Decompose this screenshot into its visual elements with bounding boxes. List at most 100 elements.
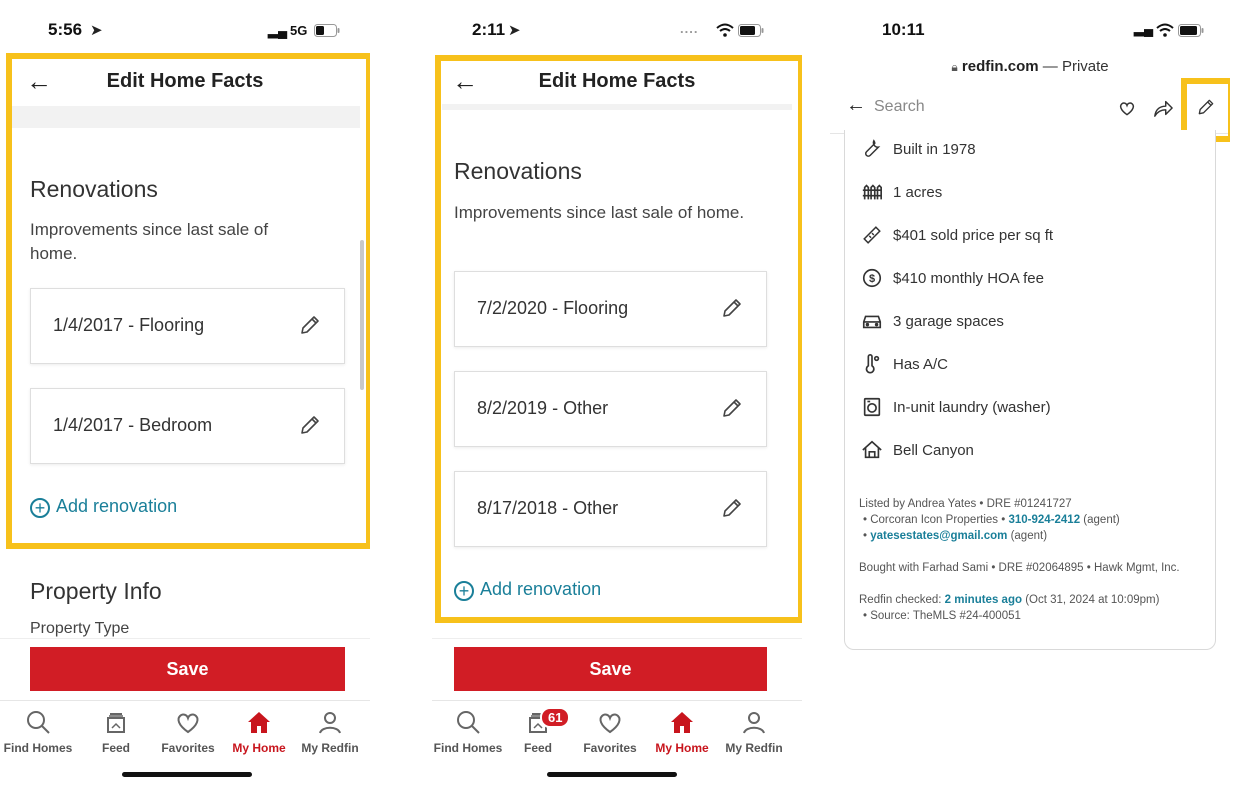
email-note: (agent)	[1007, 530, 1048, 542]
tab-label: Feed	[523, 741, 552, 755]
status-bar: 10:11 ▂▄	[830, 20, 1230, 44]
fact-text: 1 acres	[893, 184, 943, 201]
heart-icon	[177, 713, 199, 734]
agent-email-link[interactable]: yatesestates@gmail.com	[870, 530, 1007, 542]
agent-phone-link[interactable]: 310-924-2412	[1008, 514, 1080, 526]
tab-my-redfin[interactable]: My Redfin	[294, 707, 366, 755]
washer-icon	[863, 397, 881, 417]
status-bar: 2:11 ➤ ....	[432, 20, 802, 44]
fact-text: 3 garage spaces	[893, 313, 1004, 330]
user-icon	[319, 712, 341, 734]
phone-note: (agent)	[1080, 514, 1120, 526]
checked-time: 2 minutes ago	[944, 594, 1022, 606]
tab-find-homes[interactable]: Find Homes	[2, 707, 74, 755]
url-bar[interactable]: 🔒︎ redfin.com — Private	[830, 58, 1230, 75]
tab-feed[interactable]: 61 Feed	[502, 707, 574, 755]
tab-label: My Home	[655, 741, 709, 755]
brokerage-text: • Corcoran Icon Properties •	[863, 514, 1009, 526]
fact-text: Built in 1978	[893, 141, 976, 158]
network-label: 5G	[290, 23, 308, 38]
user-icon	[743, 712, 765, 734]
wrench-icon	[865, 139, 881, 157]
checked-prefix: Redfin checked:	[859, 594, 945, 606]
location-arrow-icon: ➤	[508, 22, 521, 39]
home-icon	[248, 712, 270, 733]
signal-dots-icon: ....	[680, 21, 699, 36]
tab-bar: Find Homes Feed Favorites My Home My Red…	[0, 700, 370, 770]
wifi-icon	[716, 23, 734, 37]
heart-icon[interactable]	[1116, 98, 1138, 118]
tab-label: Find Homes	[433, 741, 503, 755]
feed-icon	[107, 713, 125, 733]
ruler-icon	[863, 226, 881, 244]
signal-icon: ▂▄	[268, 23, 288, 38]
battery-icon	[314, 24, 340, 37]
status-time: 2:11	[472, 20, 506, 39]
listed-by: Listed by Andrea Yates • DRE #01241727	[859, 498, 1072, 510]
source-line: • Source: TheMLS #24-400051	[863, 610, 1021, 622]
fact-text: Has A/C	[893, 356, 949, 373]
house-icon	[862, 440, 882, 459]
tab-favorites[interactable]: Favorites	[574, 707, 646, 755]
status-time: 10:11	[882, 20, 925, 39]
back-arrow-icon[interactable]: ←	[846, 94, 866, 117]
home-facts-card: Built in 1978 1 acres $401 sold price pe…	[844, 130, 1216, 650]
fact-text: Bell Canyon	[893, 442, 974, 459]
svg-text:$: $	[869, 273, 875, 285]
tab-my-home[interactable]: My Home	[646, 707, 718, 755]
home-icon	[671, 712, 693, 733]
search-icon	[457, 711, 480, 734]
tab-label: Favorites	[161, 741, 215, 755]
save-button[interactable]: Save	[454, 647, 767, 691]
page-nav-row: ← Search	[830, 84, 1230, 134]
tab-feed[interactable]: Feed	[80, 707, 152, 755]
fact-text: $401 sold price per sq ft	[893, 227, 1054, 244]
tab-favorites[interactable]: Favorites	[152, 707, 224, 755]
email-line: • yatesestates@gmail.com (agent)	[863, 528, 1047, 544]
car-icon	[862, 315, 882, 329]
thermometer-icon	[865, 354, 880, 374]
signal-icon: ▂▄	[1134, 21, 1154, 36]
property-type-label: Property Type	[30, 620, 130, 637]
highlight-box	[6, 53, 370, 549]
location-arrow-icon: ➤	[90, 22, 103, 39]
search-input[interactable]: Search	[874, 98, 925, 116]
dollar-circle-icon: $	[862, 268, 882, 288]
search-icon	[27, 711, 50, 734]
fence-icon	[862, 184, 882, 200]
url-suffix: — Private	[1038, 58, 1109, 75]
feed-badge: 61	[540, 707, 571, 728]
bought-with: Bought with Farhad Sami • DRE #02064895 …	[859, 562, 1180, 574]
battery-icon	[738, 24, 764, 37]
checked-suffix: (Oct 31, 2024 at 10:09pm)	[1022, 594, 1160, 606]
tab-label: Favorites	[583, 741, 637, 755]
redfin-checked-line: Redfin checked: 2 minutes ago (Oct 31, 2…	[859, 592, 1159, 608]
tab-my-home[interactable]: My Home	[223, 707, 295, 755]
tab-label: My Redfin	[725, 741, 783, 755]
tab-my-redfin[interactable]: My Redfin	[718, 707, 790, 755]
save-button[interactable]: Save	[30, 647, 345, 691]
brokerage-line: • Corcoran Icon Properties • 310-924-241…	[863, 512, 1120, 528]
status-bar: 5:56 ➤ ▂▄ 5G	[0, 20, 370, 44]
section-title-property-info: Property Info	[30, 578, 162, 604]
highlight-box	[435, 55, 802, 623]
tab-label: My Redfin	[301, 741, 359, 755]
home-indicator	[122, 772, 252, 777]
home-indicator	[547, 772, 677, 777]
fact-text: In-unit laundry (washer)	[893, 399, 1051, 416]
phone-screen-1: 5:56 ➤ ▂▄ 5G ← Edit Home Facts Renovatio…	[0, 0, 370, 787]
url-domain: redfin.com	[961, 58, 1039, 75]
lock-icon: 🔒︎	[951, 60, 958, 74]
share-icon[interactable]	[1152, 98, 1174, 118]
tab-bar: Find Homes 61 Feed Favorites My Home My …	[432, 700, 802, 770]
tab-label: Find Homes	[3, 741, 73, 755]
tab-label: My Home	[232, 741, 286, 755]
wifi-icon	[1156, 23, 1174, 37]
heart-icon	[599, 713, 621, 734]
tab-find-homes[interactable]: Find Homes	[432, 707, 504, 755]
phone-screen-2: 2:11 ➤ .... ← Edit Home Facts Renovation…	[432, 0, 802, 787]
battery-icon	[1178, 24, 1204, 37]
fact-text: $410 monthly HOA fee	[893, 270, 1044, 287]
status-time: 5:56	[48, 20, 83, 39]
tab-label: Feed	[101, 741, 130, 755]
